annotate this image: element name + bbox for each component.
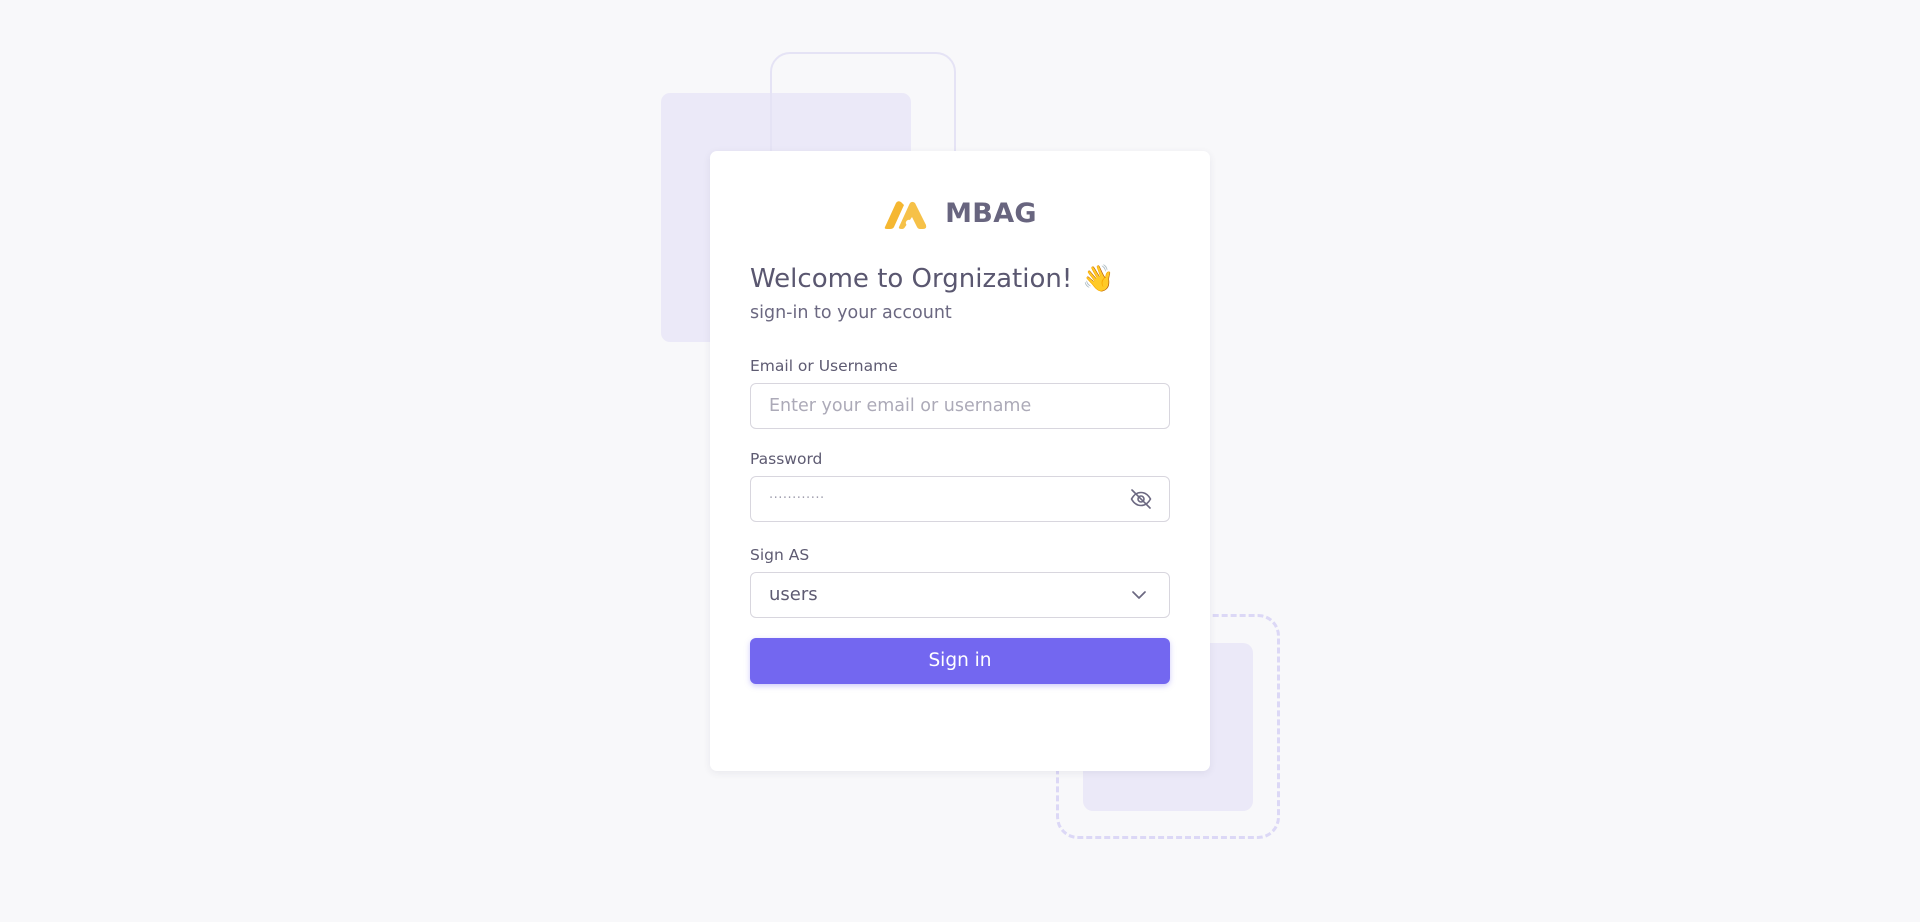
chevron-down-icon	[1132, 590, 1146, 599]
password-label: Password	[750, 449, 823, 468]
eye-off-icon[interactable]	[1129, 487, 1153, 511]
password-field-wrapper: ············	[750, 475, 1170, 522]
page-subtitle: sign-in to your account	[750, 302, 952, 323]
password-group: Password ············	[750, 450, 1170, 522]
sign-as-select[interactable]: users	[750, 571, 1170, 618]
page-title: Welcome to Orgnization!	[750, 264, 1073, 294]
login-page: MBAG Welcome to Orgnization! 👋 sign-in t…	[0, 0, 1920, 922]
brand-name: MBAG	[945, 198, 1037, 229]
brand-logo-icon	[884, 200, 927, 229]
email-field-wrapper	[750, 382, 1170, 429]
password-field[interactable]	[751, 476, 1169, 521]
brand: MBAG	[750, 198, 1170, 229]
email-label: Email or Username	[750, 356, 898, 375]
sign-as-value: users	[769, 584, 818, 606]
email-group: Email or Username	[750, 357, 1170, 429]
sign-as-group: Sign AS users	[750, 546, 1170, 618]
email-field[interactable]	[751, 383, 1169, 428]
login-card: MBAG Welcome to Orgnization! 👋 sign-in t…	[710, 151, 1210, 771]
sign-in-button[interactable]: Sign in	[750, 637, 1170, 684]
welcome-heading: Welcome to Orgnization! 👋	[750, 265, 1170, 294]
sign-as-label: Sign AS	[750, 545, 810, 564]
waving-hand-icon: 👋	[1082, 264, 1115, 295]
